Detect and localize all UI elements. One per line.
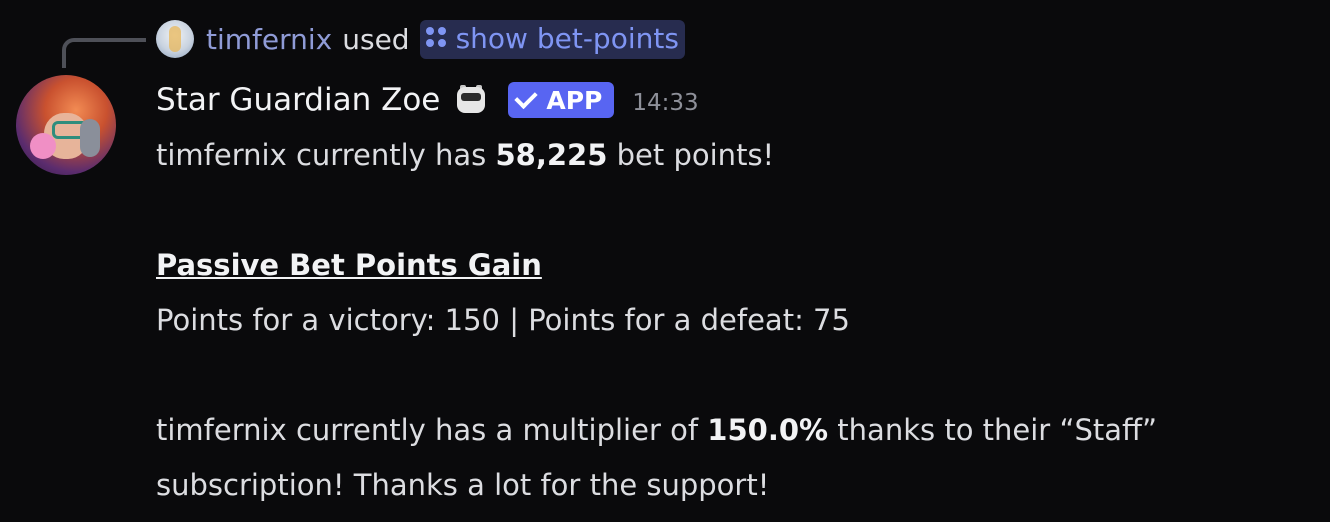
message-header: Star Guardian Zoe APP 14:33	[156, 76, 699, 124]
multiplier-text-pre: timfernix currently has a multiplier of	[156, 413, 708, 447]
passive-gain-heading: Passive Bet Points Gain	[156, 248, 542, 282]
user-avatar-icon[interactable]	[156, 20, 194, 58]
message-content: timfernix currently has 58,225 bet point…	[156, 128, 1316, 513]
bet-points-line: timfernix currently has 58,225 bet point…	[156, 128, 1316, 183]
multiplier-line: timfernix currently has a multiplier of …	[156, 403, 1316, 513]
slash-command-icon	[425, 27, 448, 49]
bot-username[interactable]: Star Guardian Zoe	[156, 82, 440, 118]
bet-points-text-pre: timfernix currently has	[156, 138, 496, 172]
slash-command-button[interactable]: show bet-points	[419, 19, 685, 59]
reply-used-label: used	[342, 22, 410, 56]
app-badge-label: APP	[546, 85, 603, 115]
robot-emoji-icon	[454, 83, 488, 117]
bet-points-value: 58,225	[495, 138, 608, 172]
multiplier-value: 150.0%	[707, 413, 829, 447]
verified-check-icon	[514, 85, 539, 109]
command-reply-context: timfernix used show bet-points	[156, 16, 685, 62]
slash-command-label: show bet-points	[455, 21, 679, 55]
app-badge: APP	[508, 82, 615, 118]
bot-avatar[interactable]	[16, 75, 116, 175]
message-timestamp[interactable]: 14:33	[632, 90, 698, 116]
reply-connector-line	[62, 38, 146, 68]
reply-username[interactable]: timfernix	[206, 23, 332, 56]
bet-points-text-post: bet points!	[607, 138, 775, 172]
points-per-result-line: Points for a victory: 150 | Points for a…	[156, 303, 850, 337]
